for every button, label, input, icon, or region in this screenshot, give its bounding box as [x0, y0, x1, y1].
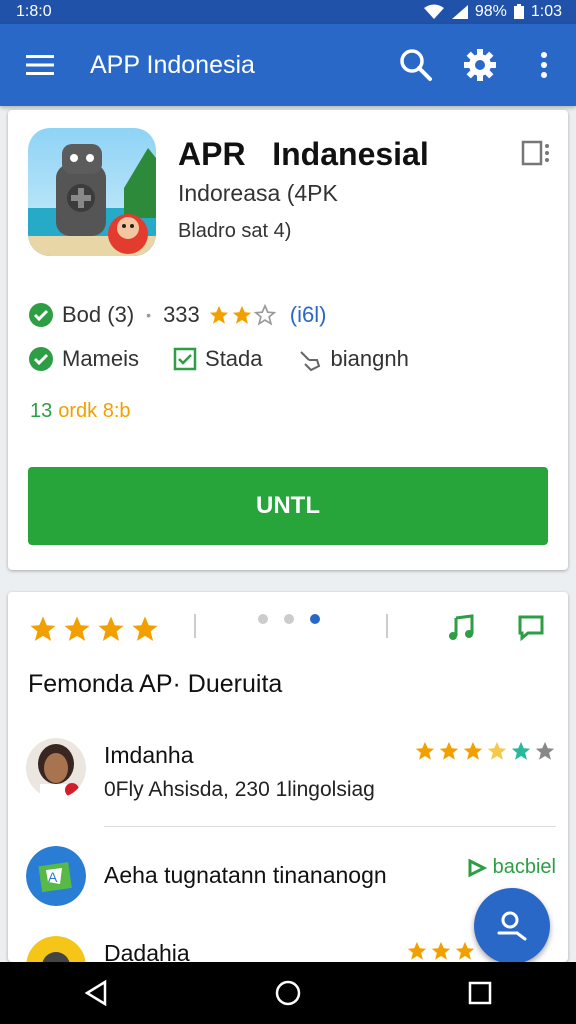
install-button[interactable]: UNTL [28, 467, 548, 545]
status-clock: 1:03 [530, 3, 562, 20]
star-icon [463, 741, 483, 760]
app-bar: APP Indonesia [0, 24, 576, 106]
app-subtitle: Indoreasa (4PK [178, 180, 338, 206]
person-search-icon [497, 911, 527, 941]
size-green: 13 [30, 400, 53, 422]
chat-bubble-icon [518, 615, 544, 642]
info-row-2: Mameis Stada biangnh [28, 346, 409, 372]
review-stars [406, 940, 476, 962]
settings-button[interactable] [448, 24, 512, 106]
recents-button[interactable] [450, 968, 510, 1018]
app-name: APR Indanesial [178, 136, 429, 172]
star-icon [132, 616, 158, 641]
back-button[interactable] [66, 968, 126, 1018]
separator: • [146, 307, 152, 323]
rating-value: 333 [163, 302, 200, 327]
star-icon [232, 305, 251, 324]
page-indicator[interactable] [258, 614, 320, 624]
music-button[interactable] [444, 610, 478, 644]
tag-icon [468, 858, 487, 877]
page-dot[interactable] [284, 614, 294, 624]
page-dot[interactable] [258, 614, 268, 624]
star-icon [407, 941, 427, 960]
navigation-bar [0, 962, 576, 1024]
avatar [26, 936, 86, 962]
app-bar-title: APP Indonesia [90, 50, 255, 79]
app-details-card: APR Indanesial Indoreasa (4PK Bladro sat… [8, 110, 568, 570]
star-outline-icon [253, 304, 276, 326]
divider [386, 614, 388, 638]
chat-button[interactable] [514, 610, 548, 644]
size-orange: ordk 8:b [58, 400, 131, 422]
app-meta: Bladro sat 4) [178, 220, 292, 242]
hand-icon [299, 351, 320, 372]
star-icon [431, 941, 451, 960]
star-icon [415, 741, 435, 760]
star-icon [64, 616, 90, 641]
check-icon [29, 347, 53, 371]
star-icon [209, 305, 228, 324]
review-tag[interactable]: bacbiel [467, 856, 556, 879]
reviewer-name: Imdanha [104, 742, 194, 768]
signal-icon [451, 5, 468, 19]
more-vert-icon [541, 52, 547, 78]
search-icon [400, 49, 432, 81]
back-icon [84, 979, 107, 1007]
music-note-icon [449, 614, 474, 640]
avatar: A [26, 846, 86, 906]
info-row-1: Bod (3) • 333 (i6l) [28, 302, 326, 328]
home-button[interactable] [258, 968, 318, 1018]
rating-count[interactable]: (i6l) [290, 302, 327, 328]
star-icon [511, 741, 531, 760]
install-label: UNTL [256, 492, 320, 519]
search-button[interactable] [384, 24, 448, 106]
fab-button[interactable] [474, 888, 550, 964]
info-d: biangnh [330, 346, 409, 371]
info-b: Mameis [62, 346, 140, 371]
size-info: 13 ordk 8:b [30, 400, 131, 423]
rating-stars [208, 304, 276, 326]
wishlist-icon [521, 140, 549, 166]
avatar [26, 738, 86, 798]
app-icon [28, 128, 156, 256]
svg-text:A: A [48, 869, 58, 885]
star-icon [439, 741, 459, 760]
checkbox-icon [173, 347, 197, 371]
divider [194, 614, 196, 638]
more-options-button[interactable] [512, 24, 576, 106]
status-time: 1:8:0 [16, 3, 52, 20]
review-tag-label: bacbiel [492, 856, 556, 878]
reviewer-name: Aeha tugnatann tinananogn [104, 862, 387, 888]
home-icon [275, 980, 301, 1006]
menu-button[interactable] [0, 24, 80, 106]
status-icons: 98% 1:03 [423, 3, 562, 21]
star-icon [98, 616, 124, 641]
status-bar: 1:8:0 98% 1:03 [0, 0, 576, 24]
page-dot-active[interactable] [310, 614, 320, 624]
review-item[interactable]: Imdanha 0Fly Ahsisda, 230 1lingolsiag [26, 736, 556, 828]
star-icon [30, 616, 56, 641]
review-stars [414, 740, 556, 762]
menu-icon [26, 55, 54, 75]
info-c: Stada [205, 346, 263, 371]
recents-icon [468, 981, 492, 1005]
overall-stars [28, 614, 160, 644]
wifi-icon [423, 4, 444, 19]
check-icon [29, 303, 53, 327]
divider [104, 826, 556, 827]
info-a: Bod (3) [62, 302, 135, 327]
reviewer-name: Dadahia [104, 940, 190, 962]
battery-percent: 98% [474, 3, 507, 20]
review-text: 0Fly Ahsisda, 230 1lingolsiag [104, 778, 375, 801]
wishlist-button[interactable] [518, 138, 554, 168]
settings-icon [464, 49, 496, 81]
star-icon [487, 741, 507, 760]
battery-icon [513, 4, 524, 19]
star-icon [535, 741, 555, 760]
star-icon [455, 941, 475, 960]
reviews-heading: Femonda AP· Dueruita [28, 670, 283, 698]
